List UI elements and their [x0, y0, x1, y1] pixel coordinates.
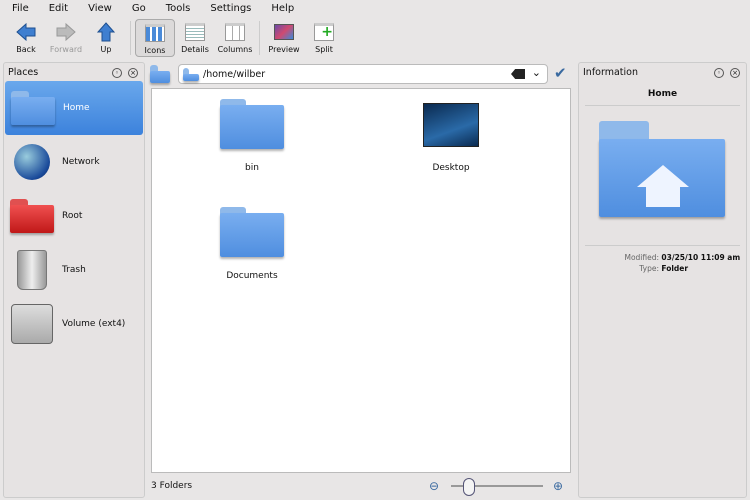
preview-label: Preview	[268, 45, 300, 54]
details-view-icon	[184, 22, 206, 42]
file-label: Documents	[226, 271, 278, 281]
file-item-documents[interactable]: Documents	[207, 207, 297, 281]
places-item-volume[interactable]: Volume (ext4)	[4, 297, 144, 351]
zoom-in-icon[interactable]: ⊕	[553, 479, 563, 493]
location-path[interactable]: /home/wilber	[203, 69, 265, 80]
main-view: /home/wilber ⌄ ✔ bin Desktop Documents 3…	[148, 62, 574, 498]
places-item-network[interactable]: Network	[4, 135, 144, 189]
back-label: Back	[16, 45, 36, 54]
type-label: Type:	[639, 264, 659, 273]
modified-value: 03/25/10 11:09 am	[661, 253, 741, 262]
file-item-bin[interactable]: bin	[207, 99, 297, 173]
location-bar[interactable]: /home/wilber ⌄	[178, 64, 548, 84]
file-label: Desktop	[432, 163, 470, 173]
status-text: 3 Folders	[151, 481, 193, 491]
up-label: Up	[100, 45, 112, 54]
columns-label: Columns	[217, 45, 253, 54]
menu-settings[interactable]: Settings	[198, 0, 259, 18]
info-header: Information ◦ ×	[579, 63, 746, 81]
root-folder-icon	[10, 199, 54, 233]
float-icon[interactable]: ◦	[112, 67, 122, 78]
preview-image-icon	[273, 22, 295, 42]
toolbar: Back Forward Up Icons Details Columns Pr…	[0, 19, 750, 59]
trash-icon	[17, 250, 47, 290]
status-bar: 3 Folders ⊖ ⊕	[151, 476, 571, 496]
menu-file[interactable]: File	[0, 0, 37, 18]
file-label: bin	[245, 163, 259, 173]
information-panel: Information ◦ × Home Modified: 03/25/10 11…	[578, 62, 747, 498]
details-label: Details	[181, 45, 209, 54]
toolbar-separator	[130, 21, 131, 55]
columns-view-icon	[224, 22, 246, 42]
back-button[interactable]: Back	[6, 19, 46, 57]
details-view-button[interactable]: Details	[175, 19, 215, 57]
menubar: File Edit View Go Tools Settings Help	[0, 0, 750, 18]
folder-icon	[220, 207, 284, 257]
modified-label: Modified:	[624, 253, 659, 262]
places-item-label: Volume (ext4)	[62, 319, 126, 329]
chevron-down-icon[interactable]: ⌄	[532, 66, 541, 79]
menu-edit[interactable]: Edit	[37, 0, 76, 18]
places-title: Places	[8, 66, 39, 78]
info-name: Home	[585, 89, 740, 106]
icons-view-icon	[144, 23, 166, 43]
home-folder-large-icon	[599, 121, 725, 217]
arrow-left-icon	[15, 22, 37, 42]
hard-drive-icon	[11, 304, 53, 344]
columns-view-button[interactable]: Columns	[215, 19, 255, 57]
file-item-desktop[interactable]: Desktop	[406, 103, 496, 173]
forward-label: Forward	[49, 45, 83, 54]
menu-view[interactable]: View	[76, 0, 120, 18]
home-button[interactable]	[150, 65, 170, 83]
clear-icon[interactable]	[511, 69, 525, 79]
zoom-slider-handle[interactable]	[463, 478, 476, 496]
menu-tools[interactable]: Tools	[154, 0, 199, 18]
folder-icon	[183, 68, 199, 81]
places-item-label: Network	[62, 157, 100, 167]
file-view[interactable]: bin Desktop Documents	[151, 88, 571, 473]
places-item-home[interactable]: Home	[5, 81, 143, 135]
folder-icon	[220, 99, 284, 149]
places-header: Places ◦ ×	[4, 63, 144, 81]
icons-label: Icons	[144, 46, 166, 55]
split-label: Split	[315, 45, 333, 54]
zoom-out-icon[interactable]: ⊖	[429, 479, 439, 493]
close-icon[interactable]: ×	[730, 67, 740, 78]
checkmark-icon[interactable]: ✔	[554, 64, 567, 82]
float-icon[interactable]: ◦	[714, 67, 724, 78]
menu-help[interactable]: Help	[259, 0, 302, 18]
arrow-up-icon	[95, 22, 117, 42]
places-item-label: Trash	[62, 265, 86, 275]
type-value: Folder	[661, 264, 689, 273]
arrow-right-icon	[55, 22, 77, 42]
close-icon[interactable]: ×	[128, 67, 138, 78]
places-item-root[interactable]: Root	[4, 189, 144, 243]
up-button[interactable]: Up	[86, 19, 126, 57]
menu-go[interactable]: Go	[120, 0, 154, 18]
toolbar-separator	[259, 21, 260, 55]
places-item-label: Home	[63, 103, 90, 113]
preview-button[interactable]: Preview	[264, 19, 304, 57]
forward-button[interactable]: Forward	[46, 19, 86, 57]
icons-view-button[interactable]: Icons	[135, 19, 175, 57]
split-button[interactable]: + Split	[304, 19, 344, 57]
places-panel: Places ◦ × Home Network Root Trash Volume …	[3, 62, 145, 498]
network-globe-icon	[14, 144, 50, 180]
home-folder-icon	[11, 91, 55, 125]
places-item-trash[interactable]: Trash	[4, 243, 144, 297]
desktop-icon	[423, 103, 479, 147]
places-item-label: Root	[62, 211, 83, 221]
info-title: Information	[583, 66, 638, 78]
split-view-icon: +	[313, 22, 335, 42]
